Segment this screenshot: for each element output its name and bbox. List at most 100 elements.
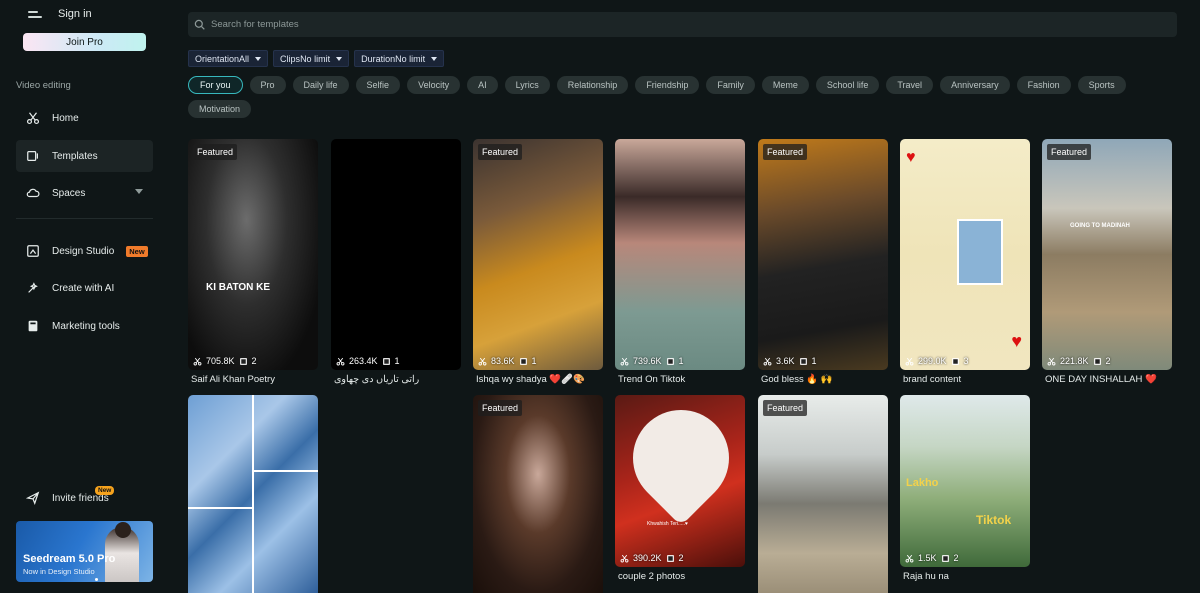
chip-meme[interactable]: Meme <box>761 76 809 94</box>
nav-design-studio[interactable]: Design Studio New <box>16 235 153 267</box>
carousel-dot[interactable] <box>95 578 98 581</box>
template-card[interactable]: Featured KI BATON KE 705.8K 2 <box>188 139 318 370</box>
join-pro-button[interactable]: Join Pro <box>23 33 146 51</box>
chip-friendship[interactable]: Friendship <box>635 76 700 94</box>
chip-school-life[interactable]: School life <box>815 76 880 94</box>
menu-icon[interactable] <box>28 6 46 22</box>
clips-icon <box>382 357 390 365</box>
thumbnail-overlay-text: GOING TO MADINAH <box>1070 223 1130 229</box>
nav-marketing-tools[interactable]: Marketing tools <box>16 310 153 342</box>
search-bar[interactable] <box>188 12 1177 37</box>
usage-count: 739.6K <box>633 356 662 366</box>
featured-badge: Featured <box>193 144 238 160</box>
clips-icon <box>941 554 949 562</box>
invite-friends-button[interactable]: Invite friends <box>16 482 153 514</box>
divider <box>16 218 153 219</box>
section-label: Video editing <box>16 80 71 91</box>
template-card[interactable]: Featured GOING TO MADINAH 221.8K 2 <box>1042 139 1172 370</box>
template-title[interactable]: Saif Ali Khan Poetry <box>191 374 275 385</box>
chip-ai[interactable]: AI <box>467 76 498 94</box>
chip-for-you[interactable]: For you <box>188 76 243 94</box>
template-card[interactable]: Featured <box>758 395 888 593</box>
nav-label: Spaces <box>52 187 86 199</box>
clip-count: 3 <box>963 356 969 366</box>
new-badge: New <box>126 245 148 257</box>
nav-spaces[interactable]: Spaces <box>16 177 153 209</box>
category-chips: For you Pro Daily life Selfie Velocity A… <box>188 76 1158 118</box>
nav-templates[interactable]: Templates <box>16 140 153 172</box>
thumbnail-overlay-text: Tiktok <box>976 513 1012 527</box>
chip-daily-life[interactable]: Daily life <box>292 76 349 94</box>
chip-travel[interactable]: Travel <box>886 76 934 94</box>
promo-banner[interactable]: Seedream 5.0 Pro Now in Design Studio <box>16 521 153 582</box>
chip-pro[interactable]: Pro <box>249 76 286 94</box>
nav-create-with-ai[interactable]: Create with AI <box>16 272 153 304</box>
chip-motivation[interactable]: Motivation <box>188 100 252 118</box>
nav-label: Templates <box>52 150 98 162</box>
scissors-icon <box>620 357 629 365</box>
usage-count: 83.6K <box>491 356 515 366</box>
clips-filter[interactable]: ClipsNo limit <box>273 50 350 67</box>
chip-relationship[interactable]: Relationship <box>556 76 629 94</box>
template-stats: 3.6K 1 <box>763 356 817 366</box>
chip-sports[interactable]: Sports <box>1077 76 1126 94</box>
scissors-icon <box>620 554 629 562</box>
featured-badge: Featured <box>763 144 808 160</box>
clips-icon <box>666 554 674 562</box>
caret-down-icon <box>255 56 262 61</box>
template-card[interactable]: 739.6K 1 <box>615 139 745 370</box>
chevron-down-icon[interactable] <box>135 189 143 194</box>
template-stats: 221.8K 2 <box>1047 356 1111 366</box>
caret-down-icon <box>431 56 438 61</box>
chip-anniversary[interactable]: Anniversary <box>940 76 1010 94</box>
chip-lyrics[interactable]: Lyrics <box>504 76 550 94</box>
template-title[interactable]: راتی تاریاں دی چھاوی <box>334 374 419 385</box>
usage-count: 1.5K <box>918 553 937 563</box>
template-card[interactable]: ♥ ♥ 299.0K 3 <box>900 139 1030 370</box>
nav-home[interactable]: Home <box>16 102 153 134</box>
send-icon <box>26 491 40 505</box>
filter-bar: OrientationAll ClipsNo limit DurationNo … <box>188 50 445 67</box>
chip-selfie[interactable]: Selfie <box>355 76 401 94</box>
featured-badge: Featured <box>1047 144 1092 160</box>
template-card[interactable]: Featured 83.6K 1 <box>473 139 603 370</box>
design-icon <box>27 245 39 257</box>
template-icon <box>27 151 38 161</box>
search-input[interactable] <box>211 19 611 30</box>
chip-velocity[interactable]: Velocity <box>407 76 461 94</box>
template-card[interactable]: 263.4K 1 <box>331 139 461 370</box>
thumbnail-overlay-text: Khwahish Teri.....♥ <box>647 521 688 527</box>
template-stats: 739.6K 1 <box>620 356 684 366</box>
template-title[interactable]: couple 2 photos <box>618 571 685 582</box>
template-card[interactable] <box>188 395 318 593</box>
template-stats: 299.0K 3 <box>905 356 969 366</box>
template-thumbnail <box>473 395 603 593</box>
template-card[interactable]: Featured 3.6K 1 <box>758 139 888 370</box>
sign-in-row[interactable]: Sign in <box>28 5 92 23</box>
filter-value: All <box>239 53 250 64</box>
search-icon <box>194 19 205 30</box>
sparkle-icon <box>28 282 38 293</box>
template-card[interactable]: Featured <box>473 395 603 593</box>
template-title[interactable]: God bless 🔥 🙌 <box>761 374 833 385</box>
sign-in-link[interactable]: Sign in <box>58 8 92 20</box>
collage-divider <box>254 470 318 472</box>
chip-fashion[interactable]: Fashion <box>1016 76 1071 94</box>
usage-count: 263.4K <box>349 356 378 366</box>
scissors-icon <box>336 357 345 365</box>
heart-icon: ♥ <box>1011 331 1022 351</box>
filter-label: Orientation <box>195 53 240 64</box>
template-card[interactable]: Khwahish Teri.....♥ 390.2K 2 <box>615 395 745 567</box>
template-title[interactable]: Ishqa wy shadya ❤️🩹🎨 <box>476 374 585 385</box>
scissors-icon <box>193 357 202 365</box>
thumbnail-overlay-text: Lakho <box>906 477 939 489</box>
template-title[interactable]: ONE DAY INSHALLAH ❤️ <box>1045 374 1157 385</box>
chip-family[interactable]: Family <box>706 76 755 94</box>
template-card[interactable]: Lakho Tiktok 1.5K 2 <box>900 395 1030 567</box>
template-title[interactable]: Trend On Tiktok <box>618 374 685 385</box>
template-title[interactable]: brand content <box>903 374 961 385</box>
orientation-filter[interactable]: OrientationAll <box>188 50 269 67</box>
template-title[interactable]: Raja hu na <box>903 571 949 582</box>
scissors-icon <box>26 112 40 125</box>
duration-filter[interactable]: DurationNo limit <box>354 50 445 67</box>
